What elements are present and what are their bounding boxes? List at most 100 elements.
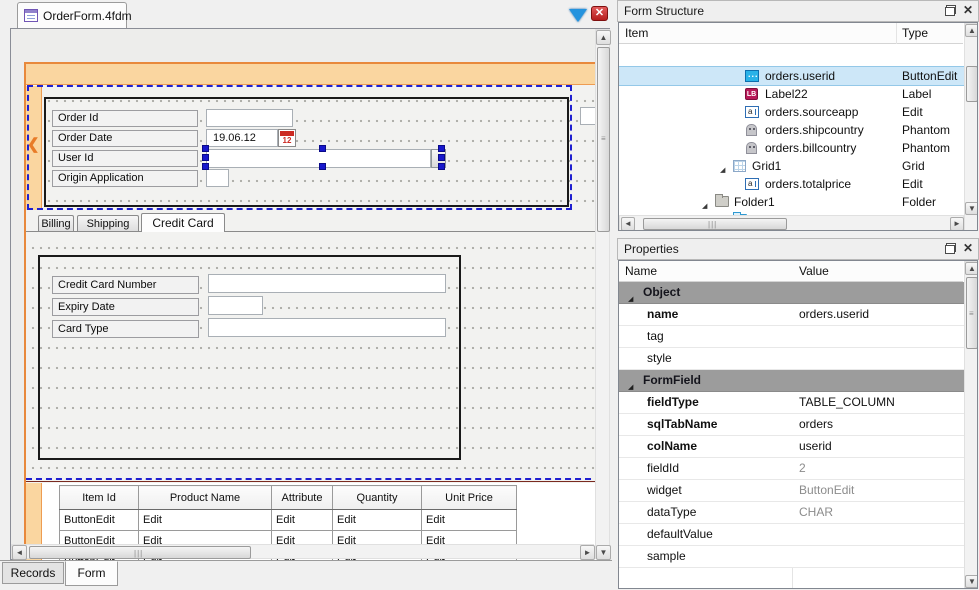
tree-hscrollbar[interactable]: ◄ ||| ► bbox=[619, 215, 964, 231]
field-card-type[interactable] bbox=[208, 318, 446, 337]
col-unit-price[interactable]: Unit Price bbox=[422, 486, 517, 510]
tab-records[interactable]: Records bbox=[2, 562, 64, 584]
canvas-hscrollbar[interactable]: ◄ ||| ► bbox=[11, 544, 594, 559]
float-panel-icon[interactable] bbox=[945, 243, 956, 254]
tree-item-orders-billcountry[interactable]: orders.billcountry Phantom bbox=[619, 139, 964, 157]
cell[interactable]: ButtonEdit bbox=[60, 510, 139, 531]
label-card-type[interactable]: Card Type bbox=[52, 320, 199, 338]
tree-item-grid1[interactable]: ◢ Grid1 Grid bbox=[619, 157, 964, 175]
scroll-left-button[interactable]: ◄ bbox=[621, 217, 635, 231]
selection-handle-nw[interactable] bbox=[202, 145, 209, 152]
view-tabbar: Records Form bbox=[0, 560, 612, 590]
table-selection-dashed-line bbox=[26, 478, 601, 480]
tree-item-orders-totalprice[interactable]: a orders.totalprice Edit bbox=[619, 175, 964, 193]
selection-handle-n[interactable] bbox=[319, 145, 326, 152]
prop-row-sample[interactable]: sample bbox=[619, 546, 964, 568]
prop-row-colname[interactable]: colName userid bbox=[619, 436, 964, 458]
selection-handle-se[interactable] bbox=[438, 163, 445, 170]
scroll-up-button[interactable]: ▲ bbox=[596, 30, 611, 45]
col-name[interactable]: Name bbox=[625, 264, 657, 278]
scroll-down-button[interactable]: ▼ bbox=[596, 545, 611, 560]
table-top-border bbox=[26, 481, 601, 482]
tree-item-orders-sourceapp[interactable]: a orders.sourceapp Edit bbox=[619, 103, 964, 121]
scroll-right-button[interactable]: ► bbox=[950, 217, 964, 231]
close-document-button[interactable]: ✕ bbox=[591, 6, 608, 21]
label-cc-number[interactable]: Credit Card Number bbox=[52, 276, 199, 294]
tree-item-orders-shipcountry[interactable]: orders.shipcountry Phantom bbox=[619, 121, 964, 139]
prop-row-tag[interactable]: tag bbox=[619, 326, 964, 348]
prop-row-name[interactable]: name orders.userid bbox=[619, 304, 964, 326]
field-cc-number[interactable] bbox=[208, 274, 446, 293]
prop-row-fieldid[interactable]: fieldId 2 bbox=[619, 458, 964, 480]
page-tab-billing[interactable]: Billing bbox=[38, 215, 74, 232]
prop-group-object[interactable]: ◢ Object bbox=[619, 282, 964, 304]
scroll-down-button[interactable]: ▼ bbox=[965, 575, 978, 588]
tab-form[interactable]: Form bbox=[65, 561, 118, 586]
prop-row-style[interactable]: style bbox=[619, 348, 964, 370]
prop-row-defaultvalue[interactable]: defaultValue bbox=[619, 524, 964, 546]
label-expiry-date[interactable]: Expiry Date bbox=[52, 298, 199, 316]
tree-hscroll-thumb[interactable]: ||| bbox=[643, 218, 787, 230]
edit-icon: a bbox=[745, 178, 759, 190]
page-tab-credit-card[interactable]: Credit Card bbox=[141, 213, 225, 232]
scroll-up-button[interactable]: ▲ bbox=[965, 24, 978, 37]
properties-vscrollbar[interactable]: ▲ ≡ ▼ bbox=[964, 261, 978, 588]
col-type[interactable]: Type bbox=[902, 26, 928, 40]
prop-group-formfield[interactable]: ◢ FormField bbox=[619, 370, 964, 392]
cell[interactable]: Edit bbox=[422, 510, 517, 531]
cell[interactable]: Edit bbox=[139, 510, 272, 531]
form-file-icon bbox=[24, 9, 38, 22]
scroll-left-button[interactable]: ◄ bbox=[12, 545, 27, 560]
tab-list-dropdown-icon[interactable] bbox=[569, 9, 587, 22]
scroll-up-button[interactable]: ▲ bbox=[965, 262, 978, 275]
tree-item-folder1[interactable]: ◢ Folder1 Folder bbox=[619, 193, 964, 211]
selection-handle-e[interactable] bbox=[438, 154, 445, 161]
field-expiry-date[interactable] bbox=[208, 296, 263, 315]
col-item[interactable]: Item bbox=[625, 26, 648, 40]
edit-icon: a bbox=[745, 106, 759, 118]
selection-handle-sw[interactable] bbox=[202, 163, 209, 170]
app-window: OrderForm.4fdm ✕ ❮ Order Id Order Date 1… bbox=[0, 0, 979, 590]
col-quantity[interactable]: Quantity bbox=[333, 486, 422, 510]
form-design-canvas[interactable]: ❮ Order Id Order Date 19.06.12 12 User I… bbox=[10, 28, 610, 560]
prop-row-sqltabname[interactable]: sqlTabName orders bbox=[619, 414, 964, 436]
col-item-id[interactable]: Item Id bbox=[60, 486, 139, 510]
record-selection-dashed-border bbox=[27, 85, 572, 210]
form-structure-title: Form Structure bbox=[624, 4, 704, 18]
items-table-header-row: Item Id Product Name Attribute Quantity … bbox=[60, 486, 517, 510]
vscroll-thumb[interactable]: ≡ bbox=[597, 47, 610, 232]
col-product-name[interactable]: Product Name bbox=[139, 486, 272, 510]
scroll-down-button[interactable]: ▼ bbox=[965, 202, 978, 215]
page-tab-shipping[interactable]: Shipping bbox=[77, 215, 139, 232]
tree-item-orders-userid[interactable]: orders.userid ButtonEdit bbox=[619, 67, 964, 85]
selection-handle-ne[interactable] bbox=[438, 145, 445, 152]
phantom-icon bbox=[746, 124, 757, 136]
document-tab-orderform[interactable]: OrderForm.4fdm bbox=[17, 2, 127, 28]
form-structure-titlebar: Form Structure ✕ bbox=[617, 0, 979, 22]
close-panel-icon[interactable]: ✕ bbox=[963, 5, 973, 16]
selection-handle-s[interactable] bbox=[319, 163, 326, 170]
selection-handle-w[interactable] bbox=[202, 154, 209, 161]
float-panel-icon[interactable] bbox=[945, 5, 956, 16]
phantom-icon bbox=[746, 142, 757, 154]
buttonedit-icon bbox=[745, 70, 759, 82]
form-structure-tree[interactable]: Item Type orders.userid ButtonEdit LB La… bbox=[618, 22, 978, 231]
col-value[interactable]: Value bbox=[799, 264, 829, 278]
prop-row-widget[interactable]: widget ButtonEdit bbox=[619, 480, 964, 502]
prop-row-fieldtype[interactable]: fieldType TABLE_COLUMN bbox=[619, 392, 964, 414]
hscroll-thumb[interactable]: ||| bbox=[29, 546, 251, 559]
tree-vscrollbar[interactable]: ▲ ▼ bbox=[964, 23, 978, 231]
prop-row-datatype[interactable]: dataType CHAR bbox=[619, 502, 964, 524]
close-panel-icon[interactable]: ✕ bbox=[963, 243, 973, 254]
properties-grid[interactable]: Name Value ◢ Object name orders.userid t… bbox=[618, 260, 978, 589]
properties-title: Properties bbox=[624, 242, 679, 256]
cell[interactable]: Edit bbox=[333, 510, 422, 531]
tree-item-label22[interactable]: LB Label22 Label bbox=[619, 85, 964, 103]
tree-vscroll-thumb[interactable] bbox=[966, 66, 978, 102]
cell[interactable]: Edit bbox=[272, 510, 333, 531]
canvas-vscrollbar[interactable]: ▲ ≡ ▼ bbox=[595, 29, 610, 559]
table-row: ButtonEdit Edit Edit Edit Edit bbox=[60, 510, 517, 531]
col-attribute[interactable]: Attribute bbox=[272, 486, 333, 510]
scroll-right-button[interactable]: ► bbox=[580, 545, 595, 560]
properties-vscroll-thumb[interactable]: ≡ bbox=[966, 277, 978, 349]
